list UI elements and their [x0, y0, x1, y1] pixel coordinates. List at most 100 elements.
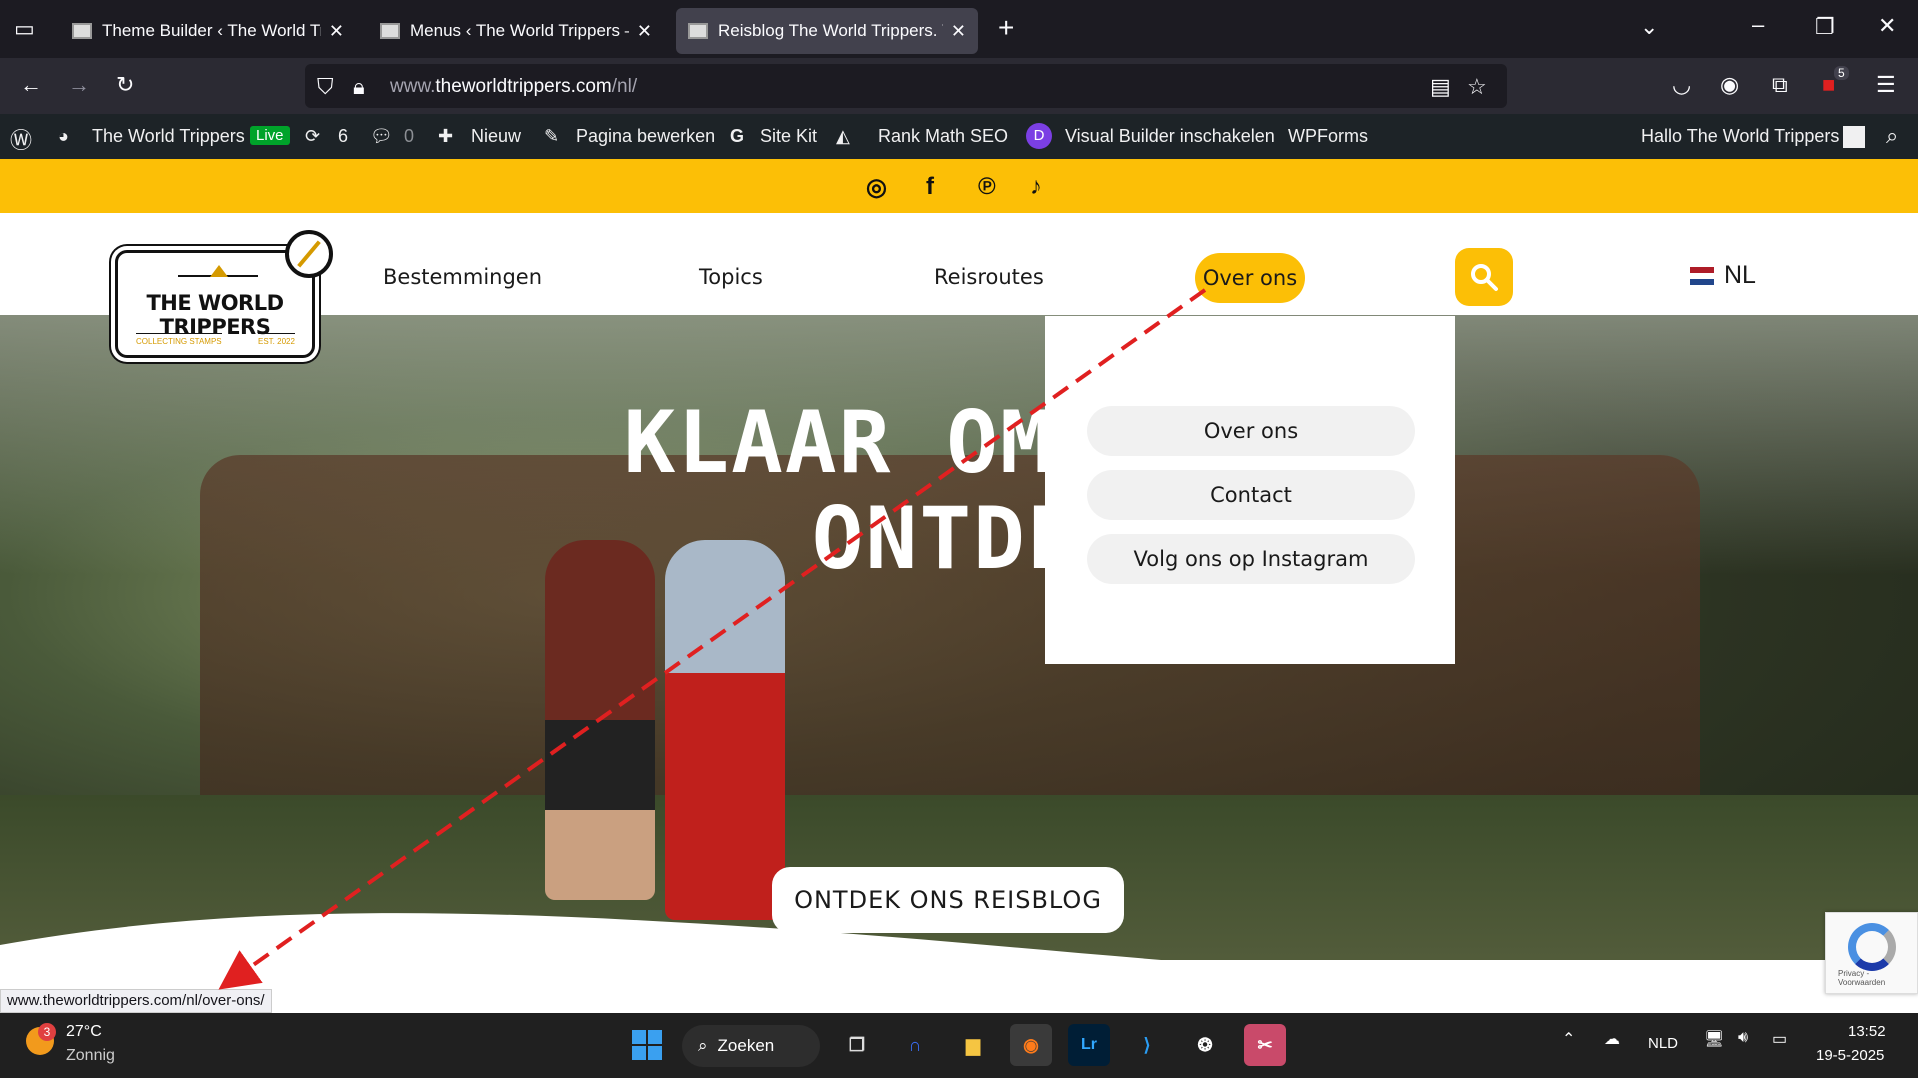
- logo-subtitle-left: COLLECTING STAMPS: [136, 333, 222, 346]
- tab-favicon: [688, 23, 708, 39]
- menu-reisroutes[interactable]: Reisroutes: [934, 265, 1044, 289]
- updates-count[interactable]: 6: [338, 126, 348, 147]
- forward-arrow-icon[interactable]: →: [68, 72, 90, 98]
- windows-taskbar: 3 27°C Zonnig ⌕ Zoeken ❐ ∩ ▆ ◉ Lr ⟩ ❂ ✂ …: [0, 1013, 1918, 1078]
- url-bar[interactable]: ⛉ 🔒︎ www.theworldtrippers.com/nl/ ▤ ☆: [305, 64, 1507, 108]
- snipping-tool-icon[interactable]: ✂: [1244, 1024, 1286, 1066]
- browser-tab-1[interactable]: Theme Builder ‹ The World Tripp ✕: [60, 8, 356, 54]
- weather-badge: 3: [38, 1023, 56, 1041]
- taskbar-search-label: Zoeken: [717, 1036, 775, 1055]
- input-language[interactable]: NLD: [1648, 1035, 1678, 1052]
- lightroom-icon[interactable]: Lr: [1068, 1024, 1110, 1066]
- edit-page-link[interactable]: Pagina bewerken: [576, 126, 715, 147]
- tab-title: Menus ‹ The World Trippers — W: [410, 21, 629, 40]
- reader-view-icon[interactable]: ▤: [1430, 74, 1451, 100]
- cta-button[interactable]: ONTDEK ONS REISBLOG: [772, 867, 1124, 933]
- comments-count[interactable]: 0: [404, 126, 414, 147]
- comments-icon[interactable]: 💬︎: [370, 126, 393, 147]
- task-view-icon[interactable]: ❐: [836, 1024, 878, 1066]
- language-label: NL: [1724, 261, 1756, 289]
- divi-icon: D: [1026, 123, 1052, 149]
- network-icon[interactable]: 🖥︎: [1704, 1029, 1724, 1049]
- tab-favicon: [72, 23, 92, 39]
- tab-overview-icon[interactable]: ▭: [14, 16, 35, 42]
- language-switcher[interactable]: NL: [1690, 261, 1756, 290]
- new-link[interactable]: Nieuw: [471, 126, 521, 147]
- dropdown-item-contact[interactable]: Contact: [1087, 470, 1415, 520]
- reload-icon[interactable]: ↻: [116, 72, 134, 98]
- url-path: /nl/: [611, 76, 638, 97]
- restore-icon[interactable]: ❐: [1815, 14, 1835, 40]
- new-tab-button[interactable]: +: [998, 12, 1014, 44]
- chevron-down-icon[interactable]: ⌄: [1640, 14, 1658, 40]
- wpforms-link[interactable]: WPForms: [1288, 126, 1368, 147]
- browser-tab-2[interactable]: Menus ‹ The World Trippers — W ✕: [368, 8, 664, 54]
- window-close-icon[interactable]: ✕: [1878, 13, 1896, 39]
- volume-icon[interactable]: 🔊︎: [1738, 1029, 1748, 1047]
- back-arrow-icon[interactable]: ←: [20, 72, 42, 98]
- browser-nav-bar: ← → ↻ ⛉ 🔒︎ www.theworldtrippers.com/nl/ …: [0, 58, 1918, 114]
- browser-tab-3[interactable]: Reisblog The World Trippers. Vo ✕: [676, 8, 978, 54]
- avatar[interactable]: [1843, 126, 1865, 148]
- vscode-icon[interactable]: ⟩: [1126, 1024, 1168, 1066]
- taskbar-search[interactable]: ⌕ Zoeken: [682, 1025, 820, 1067]
- search-icon[interactable]: ⌕: [1886, 123, 1898, 149]
- account-icon[interactable]: ◉: [1720, 72, 1739, 98]
- url-domain: theworldtrippers.com: [435, 76, 612, 97]
- clock-time[interactable]: 13:52: [1848, 1023, 1886, 1040]
- extensions-icon[interactable]: ⧉: [1772, 72, 1788, 98]
- tiktok-icon[interactable]: ♪: [1030, 173, 1042, 201]
- extension-red-icon[interactable]: ■: [1822, 72, 1835, 98]
- recaptcha-badge[interactable]: Privacy - Voorwaarden: [1825, 912, 1918, 994]
- shield-icon[interactable]: ⛉: [317, 74, 334, 100]
- onedrive-cloud-icon[interactable]: ☁: [1604, 1029, 1620, 1049]
- google-icon: G: [730, 126, 745, 146]
- site-name-link[interactable]: The World Trippers: [92, 126, 245, 147]
- wordpress-icon[interactable]: Ⓦ: [10, 123, 32, 155]
- logo-title: THE WORLD TRIPPERS: [146, 291, 284, 339]
- sitekit-link[interactable]: Site Kit: [760, 126, 817, 147]
- plus-icon: ✚: [438, 126, 454, 146]
- hero-person-woman: [665, 540, 785, 920]
- menu-over-ons[interactable]: Over ons: [1195, 253, 1305, 303]
- page-below-hero: [0, 960, 1918, 1013]
- search-icon: [1471, 264, 1498, 291]
- greeting-link[interactable]: Hallo The World Trippers: [1641, 126, 1839, 147]
- pocket-icon[interactable]: ◡: [1672, 72, 1691, 98]
- bookmark-star-icon[interactable]: ☆: [1467, 74, 1487, 100]
- menu-topics[interactable]: Topics: [699, 265, 763, 289]
- rankmath-link[interactable]: Rank Math SEO: [878, 126, 1008, 147]
- dropdown-item-instagram[interactable]: Volg ons op Instagram: [1087, 534, 1415, 584]
- search-icon: ⌕: [698, 1036, 708, 1055]
- weather-desc[interactable]: Zonnig: [66, 1047, 115, 1065]
- hero-person-man: [545, 540, 655, 900]
- close-icon[interactable]: ✕: [951, 21, 966, 42]
- minimize-icon[interactable]: –: [1752, 12, 1764, 38]
- firefox-icon[interactable]: ◉: [1010, 1024, 1052, 1066]
- chevron-up-icon[interactable]: ⌃: [1562, 1029, 1575, 1049]
- site-search-button[interactable]: [1455, 248, 1513, 306]
- hamburger-menu-icon[interactable]: ☰: [1876, 72, 1896, 98]
- copilot-icon[interactable]: ∩: [894, 1024, 936, 1066]
- lock-icon[interactable]: 🔒︎: [353, 74, 365, 100]
- instagram-icon[interactable]: ◎: [866, 173, 887, 202]
- chatgpt-icon[interactable]: ❂: [1184, 1024, 1226, 1066]
- visual-builder-link[interactable]: Visual Builder inschakelen: [1065, 126, 1275, 147]
- live-badge: Live: [250, 126, 290, 145]
- url-text[interactable]: www.theworldtrippers.com/nl/: [390, 76, 637, 98]
- close-icon[interactable]: ✕: [637, 21, 652, 42]
- dropdown-item-over-ons[interactable]: Over ons: [1087, 406, 1415, 456]
- site-logo[interactable]: THE WORLD TRIPPERS COLLECTING STAMPS EST…: [115, 250, 315, 358]
- close-icon[interactable]: ✕: [329, 21, 344, 42]
- windows-start-icon[interactable]: [626, 1024, 668, 1066]
- facebook-icon[interactable]: f: [926, 173, 934, 201]
- weather-temp[interactable]: 27°C: [66, 1023, 102, 1041]
- updates-icon[interactable]: ⟳: [305, 126, 320, 147]
- clock-date[interactable]: 19-5-2025: [1816, 1047, 1884, 1064]
- menu-bestemmingen[interactable]: Bestemmingen: [383, 265, 542, 289]
- pinterest-icon[interactable]: ℗: [978, 173, 996, 201]
- battery-icon[interactable]: ▭: [1772, 1029, 1787, 1049]
- tab-title: Theme Builder ‹ The World Tripp: [102, 21, 321, 40]
- tab-title: Reisblog The World Trippers. Vo: [718, 21, 943, 40]
- file-explorer-icon[interactable]: ▆: [952, 1024, 994, 1066]
